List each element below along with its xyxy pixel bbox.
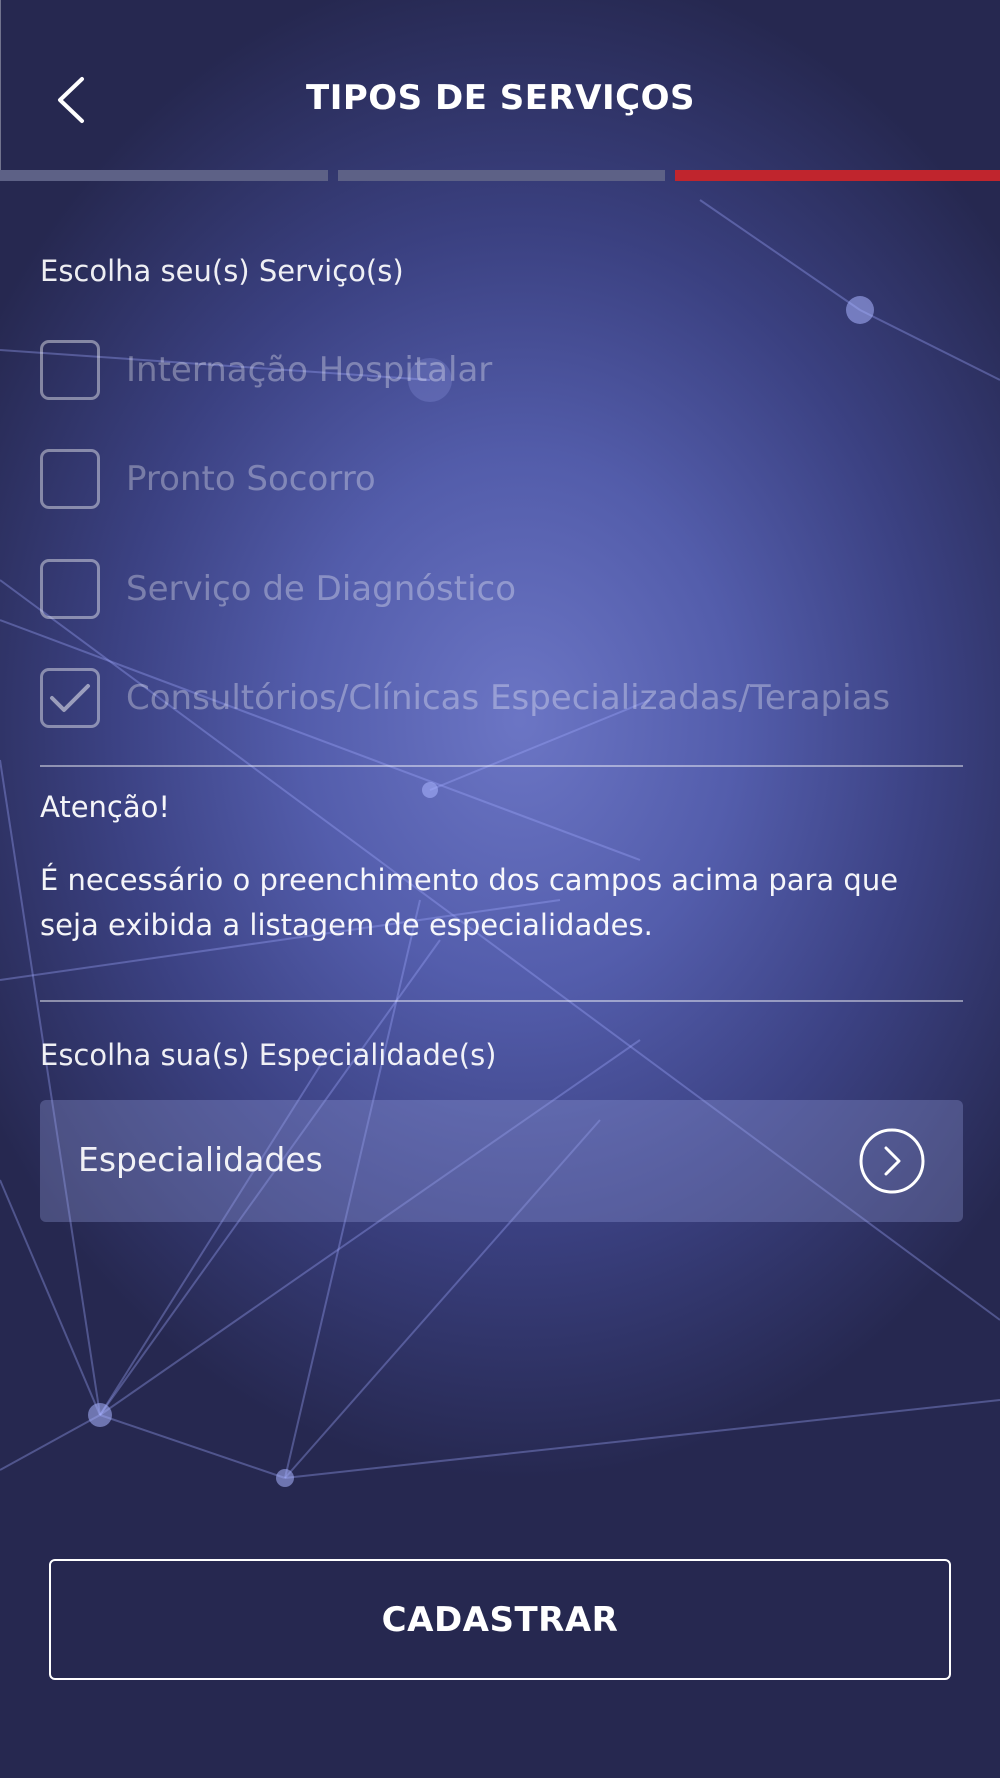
checkmark-icon	[50, 684, 90, 712]
page-title: TIPOS DE SERVIÇOS	[306, 78, 695, 118]
specialties-placeholder: Especialidades	[78, 1140, 323, 1179]
progress-step-1	[0, 170, 328, 181]
service-option-label: Consultórios/Clínicas Especializadas/Ter…	[126, 678, 891, 718]
checkbox[interactable]	[40, 449, 100, 509]
service-option-label: Internação Hospitalar	[126, 350, 493, 390]
progress-step-3-active	[675, 170, 1000, 181]
service-option-label: Pronto Socorro	[126, 459, 376, 499]
service-option-diagnostico[interactable]: Serviço de Diagnóstico	[40, 557, 960, 621]
service-option-pronto-socorro[interactable]: Pronto Socorro	[40, 447, 960, 511]
specialties-label: Escolha sua(s) Especialidade(s)	[40, 1038, 497, 1072]
header: TIPOS DE SERVIÇOS	[0, 0, 1000, 170]
service-option-consultorios[interactable]: Consultórios/Clínicas Especializadas/Ter…	[40, 666, 960, 730]
progress-step-2	[338, 170, 665, 181]
checkbox-checked[interactable]	[40, 668, 100, 728]
notice-body: É necessário o preenchimento dos campos …	[40, 863, 899, 942]
step-progress	[0, 170, 1000, 181]
checkbox[interactable]	[40, 559, 100, 619]
divider	[40, 1000, 963, 1002]
specialties-select[interactable]: Especialidades	[40, 1100, 963, 1222]
divider	[40, 765, 963, 767]
service-option-internacao[interactable]: Internação Hospitalar	[40, 338, 960, 402]
checkbox[interactable]	[40, 340, 100, 400]
register-button[interactable]: CADASTRAR	[49, 1559, 951, 1680]
notice-title: Atenção!	[40, 790, 171, 824]
app-screen: TIPOS DE SERVIÇOS Escolha seu(s) Serviço…	[0, 0, 1000, 1778]
chevron-right-circle-icon[interactable]	[859, 1128, 925, 1194]
services-label: Escolha seu(s) Serviço(s)	[40, 254, 404, 288]
service-option-label: Serviço de Diagnóstico	[126, 569, 517, 609]
